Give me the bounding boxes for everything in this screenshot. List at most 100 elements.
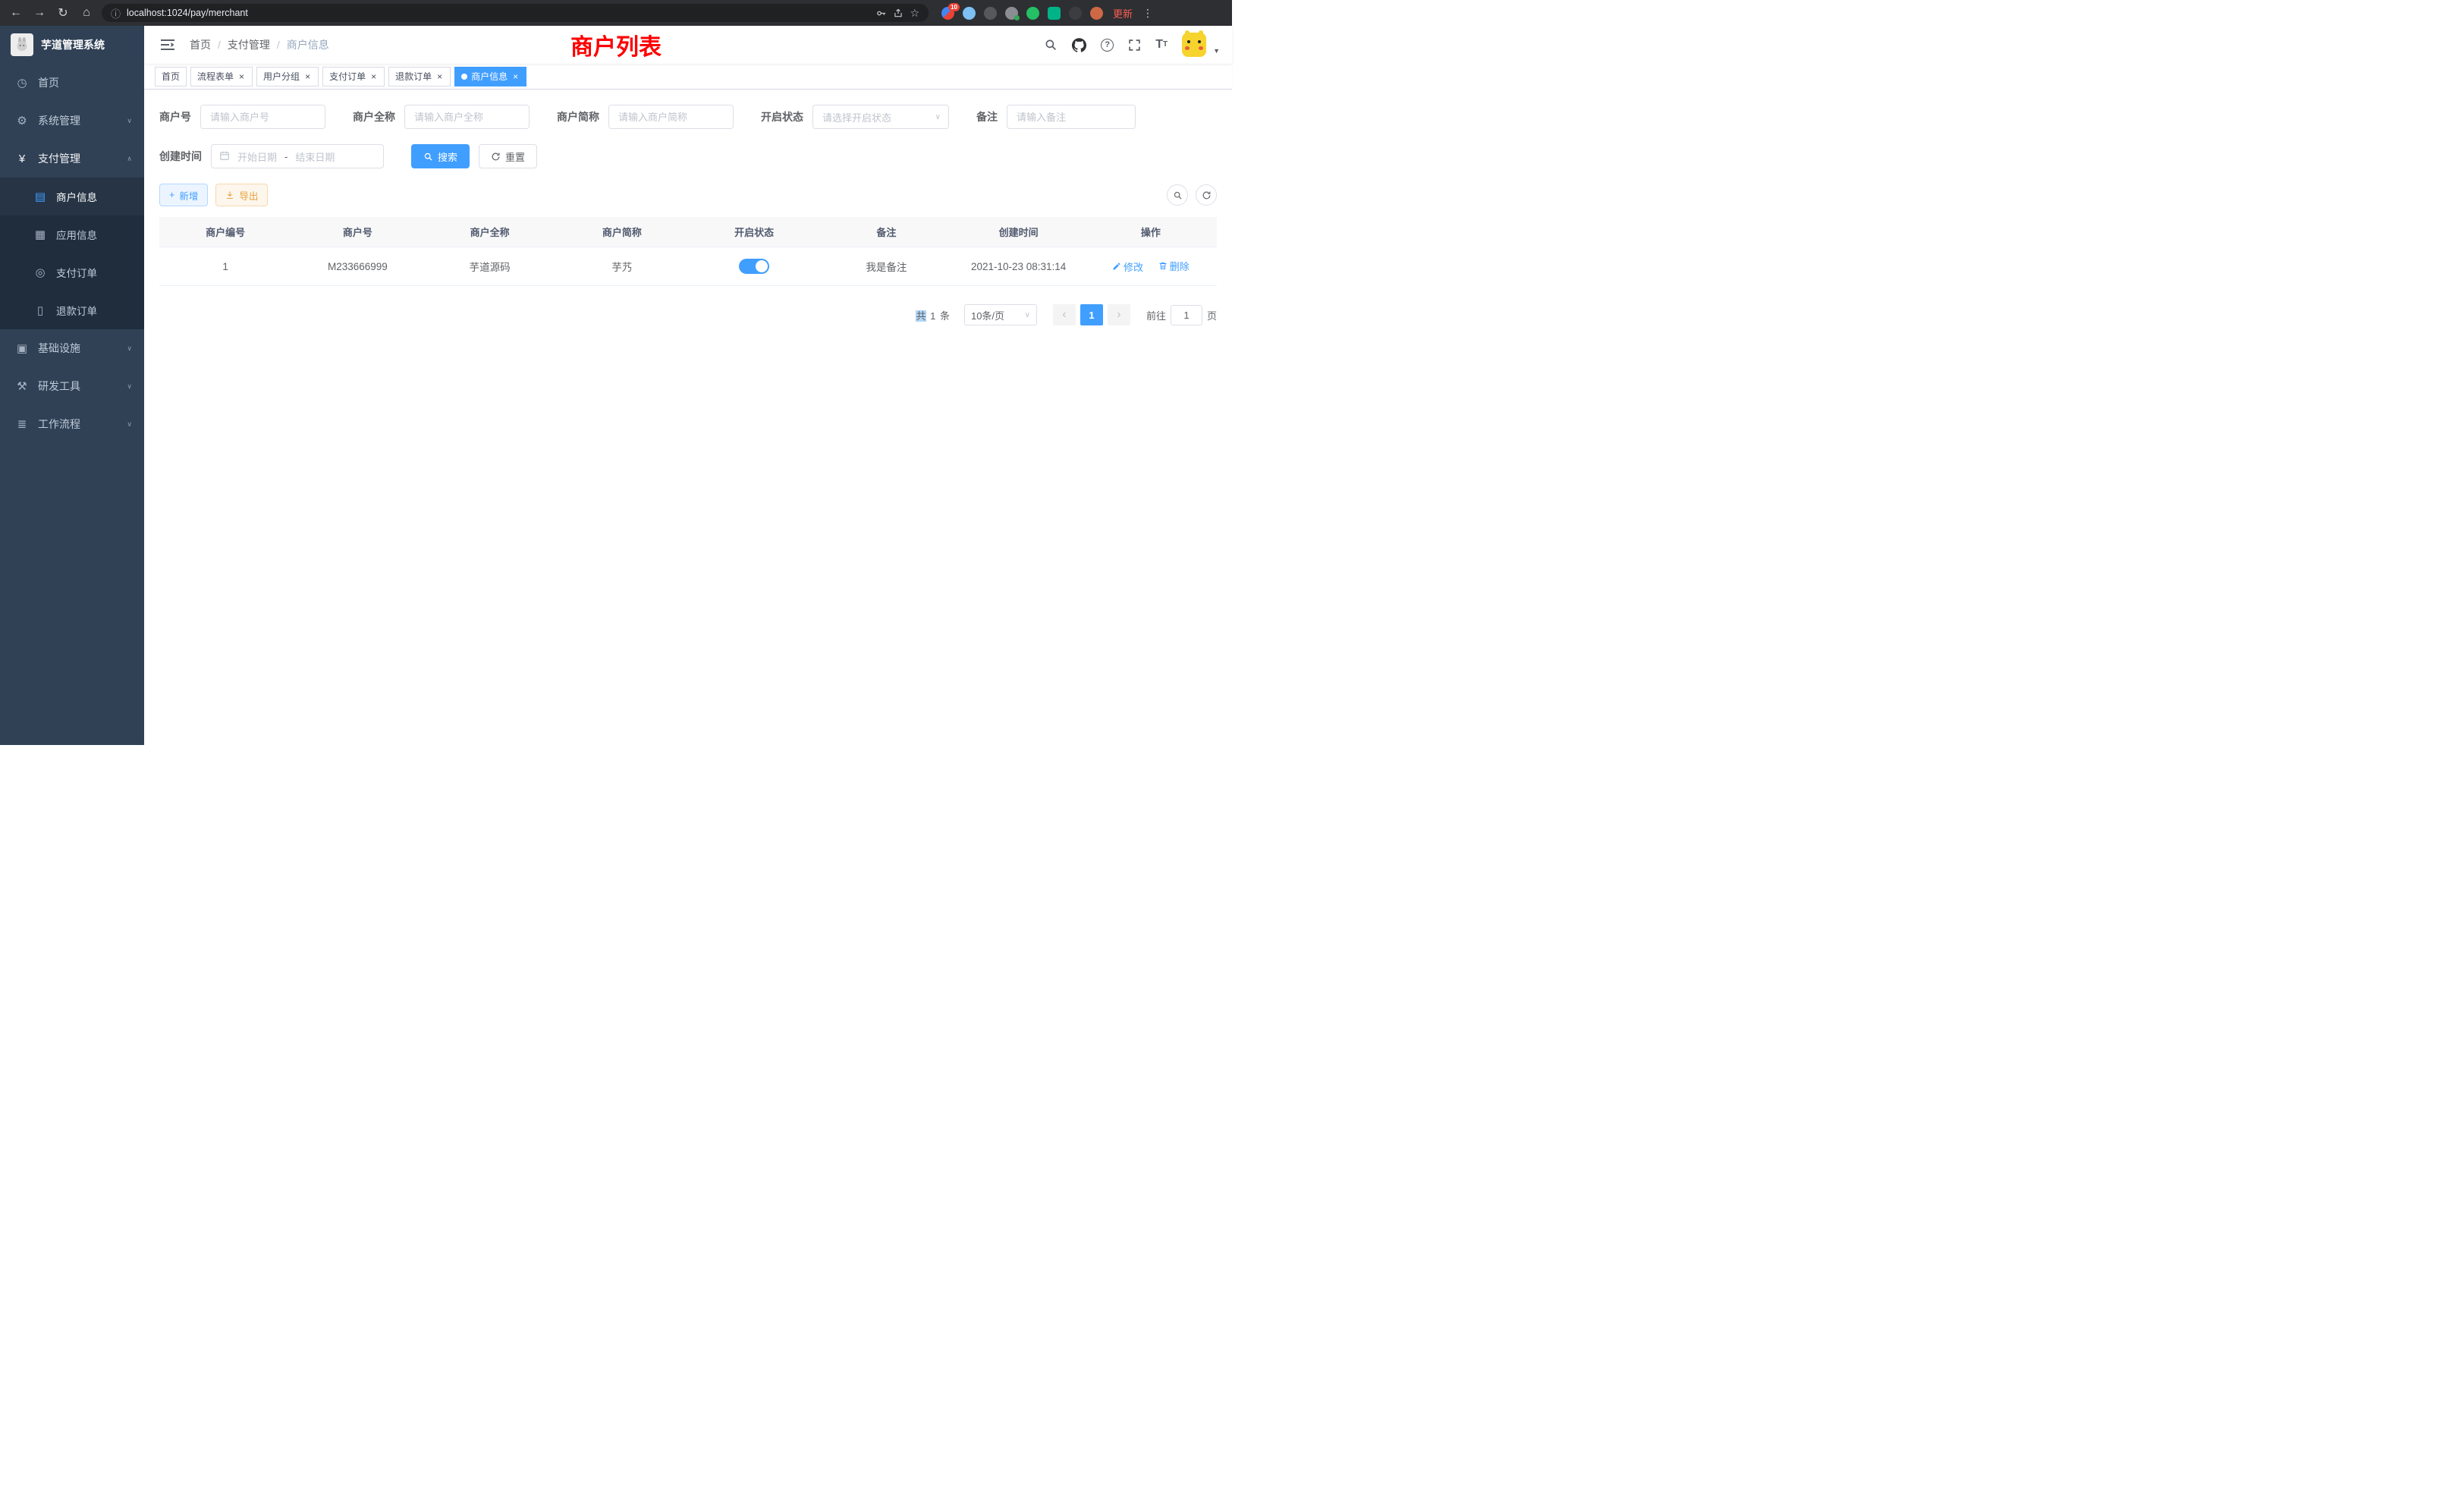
- cell-merchant-id: 1: [159, 247, 291, 286]
- delete-link[interactable]: 删除: [1158, 259, 1190, 273]
- reset-button[interactable]: 重置: [479, 144, 537, 168]
- tab-home[interactable]: 首页: [155, 67, 187, 86]
- sidebar-item-workflow[interactable]: ≣ 工作流程 ∨: [0, 405, 144, 443]
- app-logo[interactable]: 芋道管理系统: [0, 26, 144, 64]
- password-key-icon[interactable]: [875, 8, 887, 19]
- sidebar-item-payment[interactable]: ¥ 支付管理 ∧: [0, 140, 144, 178]
- extension-icon[interactable]: [1069, 7, 1082, 20]
- logo-image: [11, 33, 33, 56]
- column-header: 操作: [1085, 217, 1217, 247]
- filter-form-row-1: 商户号 商户全称 商户简称 开启状态 请选择开启状态 ∨: [159, 105, 1217, 129]
- filter-short-name: 商户简称: [557, 105, 734, 129]
- tab-process-form[interactable]: 流程表单 ×: [190, 67, 253, 86]
- column-header: 创建时间: [953, 217, 1085, 247]
- full-name-input[interactable]: [404, 105, 530, 129]
- close-icon[interactable]: ×: [303, 71, 312, 82]
- filter-status: 开启状态 请选择开启状态 ∨: [761, 105, 949, 129]
- next-page-button[interactable]: ›: [1108, 304, 1130, 325]
- browser-profile-avatar[interactable]: [1090, 7, 1103, 20]
- extension-icon[interactable]: [1005, 7, 1018, 20]
- avatar-dropdown-caret-icon[interactable]: ▼: [1213, 47, 1220, 55]
- sidebar-item-app-info[interactable]: ▦ 应用信息: [0, 215, 144, 253]
- share-icon[interactable]: [893, 8, 904, 18]
- search-button[interactable]: 搜索: [411, 144, 470, 168]
- browser-menu-icon[interactable]: ⋮: [1142, 7, 1153, 20]
- site-info-icon[interactable]: ⓘ: [111, 6, 121, 20]
- bookmark-star-icon[interactable]: ☆: [910, 7, 919, 20]
- sidebar-item-refund-order[interactable]: ▯ 退款订单: [0, 291, 144, 329]
- edit-link-label: 修改: [1124, 259, 1143, 274]
- export-button[interactable]: 导出: [215, 184, 268, 206]
- status-select[interactable]: 请选择开启状态 ∨: [812, 105, 949, 129]
- github-icon[interactable]: [1072, 38, 1086, 52]
- extension-icon[interactable]: [963, 7, 976, 20]
- chevron-down-icon: ∨: [1025, 311, 1030, 319]
- merchant-card-icon: ▤: [33, 190, 47, 203]
- sidebar-toggle-icon[interactable]: [156, 39, 179, 51]
- sidebar-item-merchant-info[interactable]: ▤ 商户信息: [0, 178, 144, 215]
- goto-unit: 页: [1207, 308, 1217, 322]
- field-label: 商户全称: [353, 109, 395, 124]
- cell-remark: 我是备注: [820, 247, 952, 286]
- prev-page-button[interactable]: ‹: [1053, 304, 1076, 325]
- tab-user-group[interactable]: 用户分组 ×: [256, 67, 319, 86]
- breadcrumb-item[interactable]: 支付管理: [228, 37, 270, 52]
- start-date-placeholder[interactable]: 开始日期: [237, 149, 277, 164]
- delete-link-label: 删除: [1170, 259, 1190, 273]
- chevron-down-icon: ∨: [127, 420, 132, 429]
- tab-merchant-info[interactable]: 商户信息 ×: [454, 67, 526, 86]
- total-count: 1: [930, 310, 936, 322]
- font-size-icon[interactable]: TT: [1155, 39, 1168, 51]
- extension-icon[interactable]: [1048, 7, 1061, 20]
- breadcrumb-item[interactable]: 首页: [190, 37, 211, 52]
- fullscreen-icon[interactable]: [1128, 39, 1141, 52]
- workflow-icon: ≣: [15, 417, 29, 431]
- page-number-button[interactable]: 1: [1080, 304, 1103, 325]
- browser-back-button[interactable]: ←: [8, 6, 24, 20]
- extension-icon[interactable]: 10: [941, 7, 954, 20]
- select-placeholder: 请选择开启状态: [822, 110, 891, 124]
- browser-reload-button[interactable]: ↻: [55, 5, 71, 20]
- refresh-icon[interactable]: [1196, 184, 1217, 206]
- remark-input[interactable]: [1007, 105, 1136, 129]
- status-toggle[interactable]: [739, 259, 769, 274]
- short-name-input[interactable]: [608, 105, 734, 129]
- close-icon[interactable]: ×: [237, 71, 246, 82]
- address-bar[interactable]: ⓘ localhost:1024/pay/merchant ☆: [102, 4, 929, 22]
- sidebar-item-label: 商户信息: [56, 189, 97, 204]
- browser-home-button[interactable]: ⌂: [78, 6, 95, 20]
- user-avatar[interactable]: [1182, 33, 1206, 57]
- help-icon[interactable]: ?: [1101, 39, 1114, 52]
- search-icon[interactable]: [1044, 38, 1058, 52]
- field-label: 备注: [976, 109, 998, 124]
- page-size-select[interactable]: 10条/页 ∨: [964, 304, 1037, 325]
- close-icon[interactable]: ×: [435, 71, 444, 82]
- sidebar-item-dev-tools[interactable]: ⚒ 研发工具 ∨: [0, 367, 144, 405]
- end-date-placeholder[interactable]: 结束日期: [295, 149, 335, 164]
- browser-forward-button[interactable]: →: [31, 6, 48, 20]
- extension-badge: 10: [948, 3, 960, 11]
- table-row: 1 M233666999 芋道源码 芋艿 我是备注 2021-10-23 08:…: [159, 247, 1217, 286]
- compass-icon: ◎: [33, 266, 47, 279]
- sidebar-item-infrastructure[interactable]: ▣ 基础设施 ∨: [0, 329, 144, 367]
- tab-refund-order[interactable]: 退款订单 ×: [388, 67, 451, 86]
- export-button-label: 导出: [239, 188, 258, 203]
- toggle-search-icon[interactable]: [1167, 184, 1188, 206]
- close-icon[interactable]: ×: [369, 71, 378, 82]
- add-button[interactable]: + 新增: [159, 184, 208, 206]
- tab-payment-order[interactable]: 支付订单 ×: [322, 67, 385, 86]
- sidebar-item-label: 首页: [38, 75, 59, 90]
- extension-icon[interactable]: [984, 7, 997, 20]
- sidebar-item-system[interactable]: ⚙ 系统管理 ∨: [0, 102, 144, 140]
- extension-icon[interactable]: [1026, 7, 1039, 20]
- browser-update-button[interactable]: 更新: [1113, 6, 1133, 20]
- edit-link[interactable]: 修改: [1112, 259, 1143, 274]
- date-range-picker[interactable]: 开始日期 - 结束日期: [211, 144, 384, 168]
- goto-page-input[interactable]: [1171, 305, 1202, 325]
- merchant-no-input[interactable]: [200, 105, 325, 129]
- sidebar-item-payment-order[interactable]: ◎ 支付订单: [0, 253, 144, 291]
- total-prefix: 共: [916, 310, 926, 322]
- sidebar-item-home[interactable]: ◷ 首页: [0, 64, 144, 102]
- url-text[interactable]: localhost:1024/pay/merchant: [127, 8, 869, 18]
- close-icon[interactable]: ×: [511, 71, 520, 82]
